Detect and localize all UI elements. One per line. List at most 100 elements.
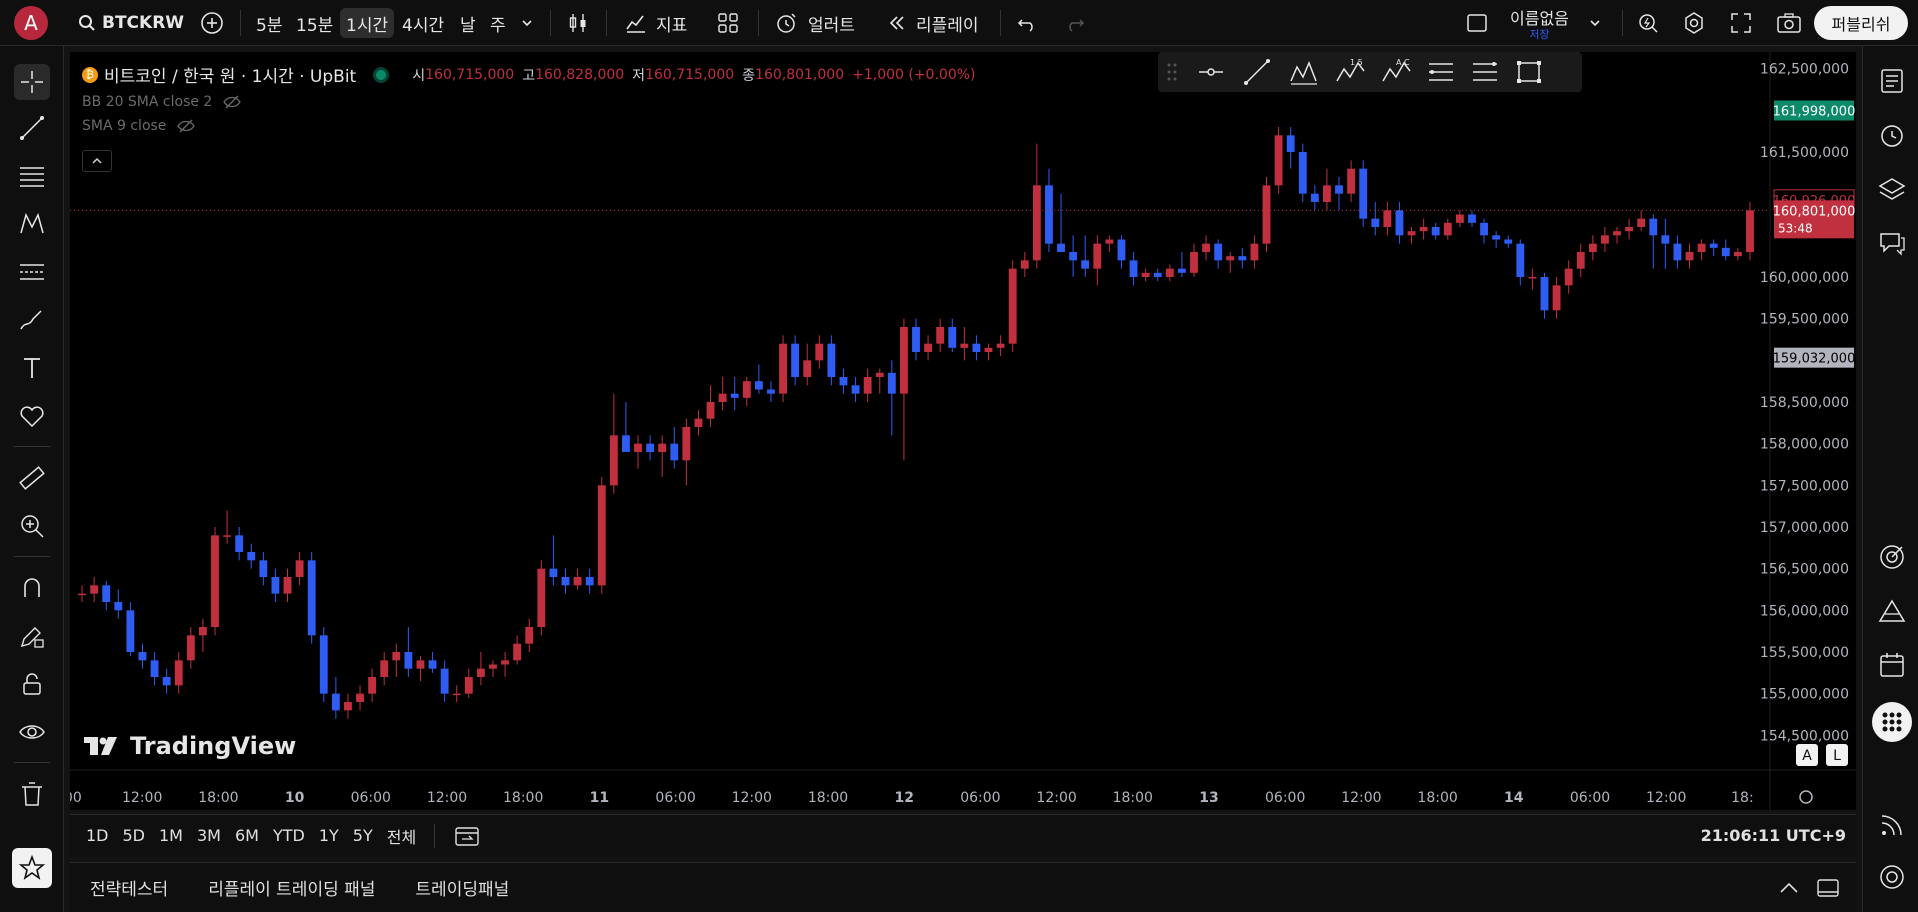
eye-off-icon[interactable] (176, 118, 196, 134)
candle[interactable] (1504, 235, 1513, 248)
candle[interactable] (102, 581, 111, 611)
candle[interactable] (452, 685, 461, 702)
time-axis-settings-icon[interactable] (1799, 790, 1813, 804)
candle[interactable] (718, 377, 727, 411)
alert-button[interactable]: 얼러트 (774, 8, 855, 38)
text-tool[interactable] (14, 350, 50, 386)
chats-button[interactable] (1875, 226, 1909, 260)
candle[interactable] (1141, 268, 1150, 282)
candle[interactable] (1274, 127, 1283, 194)
indicators-button[interactable]: 지표 (624, 8, 687, 38)
candle[interactable] (1625, 218, 1634, 240)
candle[interactable] (815, 335, 824, 369)
fib-tool[interactable] (14, 158, 50, 194)
candle[interactable] (319, 627, 328, 702)
candle[interactable] (839, 368, 848, 394)
candle[interactable] (1238, 247, 1247, 269)
candle[interactable] (1310, 185, 1319, 211)
candle[interactable] (1709, 239, 1718, 257)
candle[interactable] (658, 435, 667, 477)
range-5d[interactable]: 5D (123, 826, 146, 845)
alerts-panel-button[interactable] (1875, 118, 1909, 152)
candle[interactable] (525, 618, 534, 652)
candle[interactable] (174, 652, 183, 694)
symbol-search[interactable]: BTCKRW (78, 8, 184, 38)
settings-button[interactable] (1682, 8, 1706, 38)
candle[interactable] (1419, 218, 1428, 240)
hide-drawings-tool[interactable] (14, 714, 50, 750)
projection-tool[interactable] (14, 254, 50, 290)
measure-tool[interactable] (14, 460, 50, 496)
candle[interactable] (706, 385, 715, 427)
candle[interactable] (622, 402, 630, 452)
candle[interactable] (416, 656, 425, 682)
candle[interactable] (863, 368, 872, 402)
candle[interactable] (392, 643, 401, 677)
candle[interactable] (646, 435, 655, 461)
interval-day[interactable]: 날 (460, 8, 476, 38)
candle[interactable] (368, 668, 377, 702)
candle[interactable] (489, 660, 497, 677)
candle[interactable] (1455, 210, 1464, 227)
layouts-button[interactable] (716, 8, 740, 38)
compare-symbol-button[interactable] (200, 8, 224, 38)
candle[interactable] (1359, 160, 1368, 227)
layout-name-menu[interactable]: 이름없음 저장 (1510, 5, 1569, 41)
candle[interactable] (259, 552, 268, 586)
candle[interactable] (126, 602, 135, 657)
candle[interactable] (1395, 202, 1404, 244)
trend-line-tool[interactable] (14, 110, 50, 146)
candle[interactable] (924, 335, 933, 361)
quick-search-button[interactable] (1636, 8, 1660, 38)
candle[interactable] (1564, 260, 1573, 294)
tradingview-logo[interactable]: TradingView (84, 732, 296, 760)
object-tree-button[interactable] (1875, 172, 1909, 206)
candle[interactable] (476, 652, 485, 686)
candle[interactable] (1371, 202, 1380, 236)
interval-15m[interactable]: 15분 (296, 8, 333, 38)
candle[interactable] (682, 418, 691, 486)
stream-button[interactable] (1875, 808, 1909, 842)
candle[interactable] (779, 335, 787, 402)
tab-trading-panel[interactable]: 트레이딩패널 (415, 875, 509, 900)
candle[interactable] (1528, 268, 1537, 290)
abc-wave-icon[interactable]: A C (1380, 57, 1412, 87)
candle[interactable] (899, 318, 908, 461)
range-5y[interactable]: 5Y (353, 826, 373, 845)
candle[interactable] (464, 668, 473, 698)
candle[interactable] (501, 652, 509, 677)
ideas-button[interactable] (1875, 540, 1909, 574)
replay-button[interactable]: 리플레이 (886, 8, 979, 38)
pitchfork-icon[interactable] (1288, 57, 1320, 87)
candle[interactable] (1262, 177, 1271, 252)
rectangle-icon[interactable] (1514, 57, 1544, 87)
screener-button[interactable] (1875, 594, 1909, 628)
candle[interactable] (1721, 239, 1730, 261)
candle[interactable] (1733, 247, 1742, 261)
candle[interactable] (1649, 214, 1658, 269)
chart-type-button[interactable] (566, 8, 590, 38)
candle[interactable] (428, 652, 437, 673)
interval-dropdown[interactable] (520, 8, 534, 38)
candle[interactable] (344, 693, 352, 719)
candle[interactable] (1020, 252, 1029, 277)
candle[interactable] (380, 652, 389, 686)
interval-5m[interactable]: 5분 (256, 8, 282, 38)
candle[interactable] (1661, 218, 1670, 269)
candle[interactable] (996, 335, 1005, 357)
candle[interactable] (1613, 227, 1621, 244)
candle[interactable] (851, 377, 860, 402)
candle[interactable] (283, 568, 292, 602)
watchlist-button[interactable] (1875, 64, 1909, 98)
candle[interactable] (948, 318, 957, 352)
range-1y[interactable]: 1Y (319, 826, 339, 845)
candle[interactable] (1443, 218, 1452, 240)
goto-date-icon[interactable] (453, 824, 481, 848)
zoom-tool[interactable] (14, 508, 50, 544)
candle[interactable] (1323, 168, 1331, 211)
range-1d[interactable]: 1D (86, 826, 109, 845)
candle[interactable] (138, 643, 147, 669)
candle[interactable] (1383, 202, 1392, 236)
candle[interactable] (1407, 227, 1416, 244)
candle[interactable] (597, 477, 606, 594)
